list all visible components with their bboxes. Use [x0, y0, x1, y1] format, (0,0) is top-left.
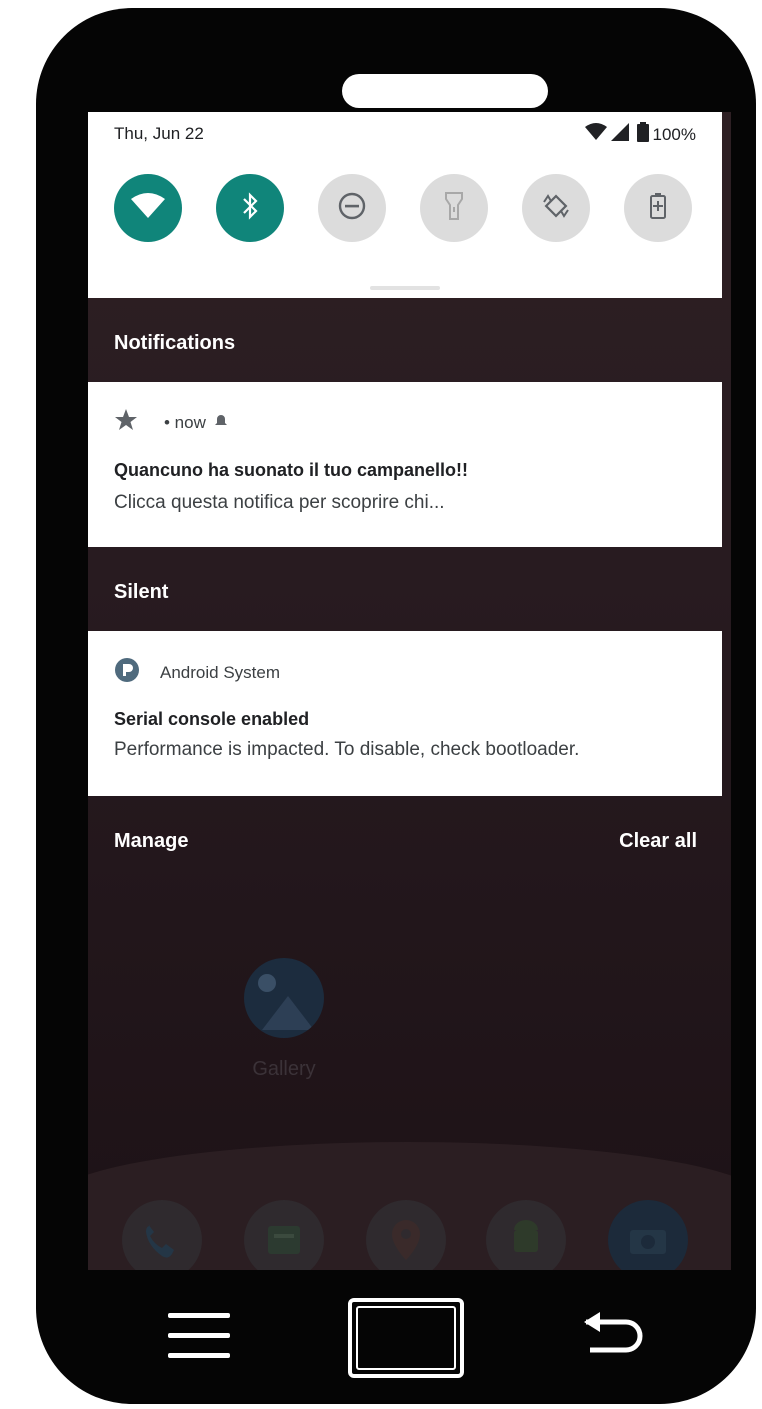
- notification-header: Android System: [114, 657, 280, 688]
- bluetooth-icon: [241, 191, 259, 225]
- silent-section-title: Silent: [114, 581, 169, 603]
- phone-icon[interactable]: [122, 1200, 202, 1270]
- status-date: Thu, Jun 22: [114, 124, 204, 143]
- battery-saver-icon: [649, 192, 667, 225]
- notification-time: • now: [164, 412, 206, 432]
- home-button-icon[interactable]: [348, 1298, 464, 1378]
- signal-icon: [610, 123, 629, 146]
- status-icons: 100%: [584, 122, 696, 147]
- auto-rotate-icon: [540, 190, 572, 227]
- notifications-section-title: Notifications: [114, 332, 236, 354]
- notification-title: Quancuno ha suonato il tuo campanello!!: [114, 460, 469, 480]
- quick-settings-drag-handle[interactable]: [370, 286, 440, 290]
- do-not-disturb-icon: [337, 191, 367, 226]
- quick-settings-panel: Thu, Jun 22 100%: [88, 112, 722, 298]
- back-icon[interactable]: [580, 1310, 650, 1366]
- battery-saver-tile[interactable]: [624, 174, 692, 242]
- flashlight-tile[interactable]: [420, 174, 488, 242]
- notification-header: • now: [114, 408, 228, 437]
- camera-icon[interactable]: [608, 1200, 688, 1270]
- battery-icon: [636, 122, 649, 147]
- wifi-icon: [131, 192, 165, 224]
- notification-card-doorbell[interactable]: • now Quancuno ha suonato il tuo campane…: [88, 382, 722, 547]
- gallery-app-label: Gallery: [252, 1058, 316, 1080]
- notification-title: Serial console enabled: [114, 709, 310, 729]
- star-icon: [114, 408, 138, 437]
- android-icon[interactable]: [486, 1200, 566, 1270]
- bluetooth-tile[interactable]: [216, 174, 284, 242]
- do-not-disturb-tile[interactable]: [318, 174, 386, 242]
- notification-app-name: Android System: [160, 662, 280, 682]
- messages-icon[interactable]: [244, 1200, 324, 1270]
- flashlight-icon: [444, 191, 464, 226]
- notification-card-serial-console[interactable]: Android System Serial console enabled Pe…: [88, 631, 722, 796]
- notification-body: Clicca questa notifica per scoprire chi.…: [114, 492, 445, 513]
- wifi-status-icon: [584, 123, 607, 146]
- notification-body: Performance is impacted. To disable, che…: [114, 739, 580, 760]
- alert-bell-icon: [214, 413, 228, 433]
- gallery-app-icon[interactable]: [244, 958, 324, 1038]
- auto-rotate-tile[interactable]: [522, 174, 590, 242]
- battery-percent: 100%: [652, 124, 696, 144]
- wifi-tile[interactable]: [114, 174, 182, 242]
- clear-all-button[interactable]: Clear all: [619, 830, 697, 853]
- android-system-icon: [114, 657, 140, 688]
- maps-icon[interactable]: [366, 1200, 446, 1270]
- menu-icon[interactable]: [168, 1313, 230, 1359]
- screen: Gallery Thu, Jun 22 100% Notifications •…: [88, 112, 731, 1270]
- manage-button[interactable]: Manage: [114, 830, 188, 853]
- phone-speaker: [342, 74, 548, 108]
